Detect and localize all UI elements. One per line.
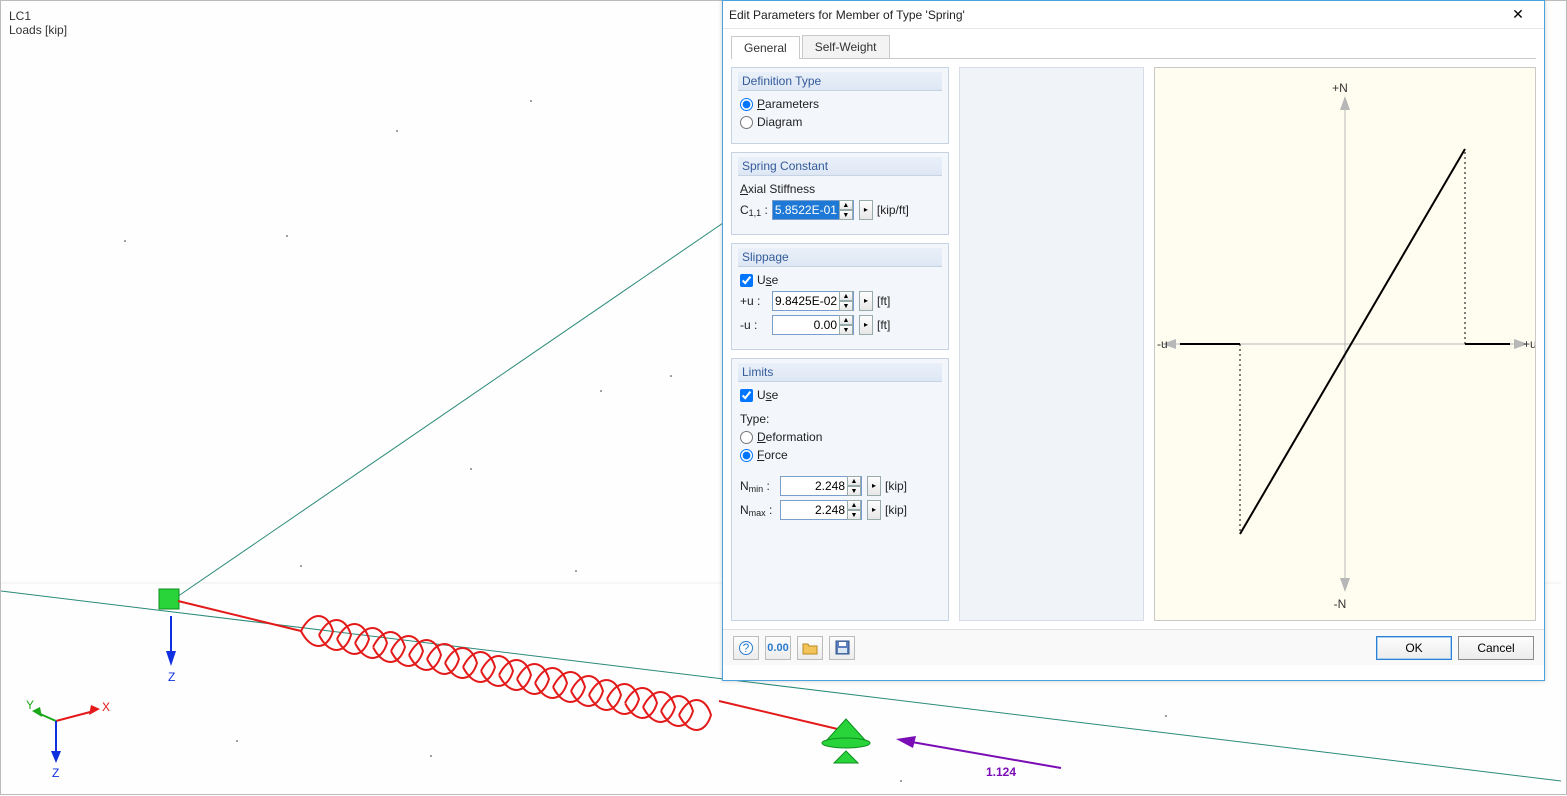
spin-up-icon[interactable]: ▲: [839, 291, 853, 301]
radio-deformation-input[interactable]: [740, 431, 753, 444]
svg-text:1.124: 1.124: [986, 765, 1016, 779]
radio-parameters-label: Parameters: [757, 97, 819, 111]
help-icon[interactable]: ?: [733, 636, 759, 660]
radio-force-label: Force: [757, 448, 788, 462]
nmin-input-field[interactable]: [781, 477, 847, 495]
radio-parameters-input[interactable]: [740, 98, 753, 111]
radio-force[interactable]: Force: [740, 448, 940, 462]
dialog-footer: ? 0.00 OK Cancel: [723, 629, 1544, 665]
nmax-label: Nmax :: [740, 503, 776, 517]
limits-type-label: Type:: [740, 412, 940, 426]
dialog-title: Edit Parameters for Member of Type 'Spri…: [729, 8, 1498, 22]
group-slippage: Slippage Use +u : ▲▼ ▸ [ft] -u :: [731, 243, 949, 350]
group-spring-constant: Spring Constant Axial Stiffness C1,1 : ▲…: [731, 152, 949, 235]
svg-text:+N: +N: [1332, 81, 1348, 95]
aux-menu-icon[interactable]: ▸: [867, 476, 881, 496]
nmax-unit: [kip]: [885, 503, 907, 517]
svg-text:+u: +u: [1523, 337, 1535, 351]
minus-u-input[interactable]: ▲▼: [772, 315, 854, 335]
nmax-input[interactable]: ▲▼: [780, 500, 862, 520]
minus-u-label: -u :: [740, 318, 768, 332]
axial-stiffness-label: Axial Stiffness: [740, 182, 940, 196]
spring-diagram-panel: +N -N +u -u: [1154, 67, 1536, 621]
radio-diagram-input[interactable]: [740, 116, 753, 129]
tab-self-weight[interactable]: Self-Weight: [802, 35, 890, 58]
svg-text:X: X: [102, 700, 110, 714]
group-title-limits: Limits: [738, 363, 942, 382]
c11-unit: [kip/ft]: [877, 203, 909, 217]
radio-deformation-label: Deformation: [757, 430, 822, 444]
plus-u-unit: [ft]: [877, 294, 890, 308]
plus-u-input-field[interactable]: [773, 292, 839, 310]
radio-deformation[interactable]: Deformation: [740, 430, 940, 444]
slippage-use[interactable]: Use: [740, 273, 940, 287]
svg-text:?: ?: [743, 641, 750, 655]
svg-text:Z: Z: [168, 670, 175, 684]
spin-down-icon[interactable]: ▼: [847, 510, 861, 520]
close-icon[interactable]: ✕: [1498, 5, 1538, 25]
limits-use-checkbox[interactable]: [740, 389, 753, 402]
svg-text:Y: Y: [26, 698, 34, 712]
radio-force-input[interactable]: [740, 449, 753, 462]
plus-u-label: +u :: [740, 294, 768, 308]
left-column: Definition Type Parameters Diagram Sprin…: [731, 67, 949, 621]
radio-diagram-label: Diagram: [757, 115, 802, 129]
spin-up-icon[interactable]: ▲: [839, 200, 853, 210]
slippage-use-label: Use: [757, 273, 778, 287]
nmin-unit: [kip]: [885, 479, 907, 493]
aux-menu-icon[interactable]: ▸: [859, 291, 873, 311]
ok-button[interactable]: OK: [1376, 636, 1452, 660]
c11-label: C1,1 :: [740, 203, 768, 217]
tab-general[interactable]: General: [731, 36, 800, 59]
group-title-slippage: Slippage: [738, 248, 942, 267]
spin-up-icon[interactable]: ▲: [839, 315, 853, 325]
aux-menu-icon[interactable]: ▸: [859, 200, 873, 220]
plus-u-input[interactable]: ▲▼: [772, 291, 854, 311]
radio-parameters[interactable]: Parameters: [740, 97, 940, 111]
c11-input[interactable]: ▲▼: [772, 200, 854, 220]
spin-down-icon[interactable]: ▼: [839, 325, 853, 335]
slippage-use-checkbox[interactable]: [740, 274, 753, 287]
group-title-definition: Definition Type: [738, 72, 942, 91]
group-limits: Limits Use Type: Deformation Force Nmin …: [731, 358, 949, 621]
spin-down-icon[interactable]: ▼: [839, 301, 853, 311]
svg-text:-N: -N: [1334, 597, 1347, 611]
open-icon[interactable]: [797, 636, 823, 660]
spring-diagram-svg: +N -N +u -u: [1155, 68, 1535, 620]
tab-strip: General Self-Weight: [723, 29, 1544, 58]
svg-text:-u: -u: [1157, 337, 1168, 351]
group-title-spring-constant: Spring Constant: [738, 157, 942, 176]
spin-up-icon[interactable]: ▲: [847, 476, 861, 486]
group-definition-type: Definition Type Parameters Diagram: [731, 67, 949, 144]
nmin-input[interactable]: ▲▼: [780, 476, 862, 496]
spin-up-icon[interactable]: ▲: [847, 500, 861, 510]
spin-down-icon[interactable]: ▼: [839, 210, 853, 220]
edit-parameters-dialog: Edit Parameters for Member of Type 'Spri…: [722, 0, 1545, 681]
cancel-button[interactable]: Cancel: [1458, 636, 1534, 660]
aux-menu-icon[interactable]: ▸: [859, 315, 873, 335]
spin-down-icon[interactable]: ▼: [847, 486, 861, 496]
radio-diagram[interactable]: Diagram: [740, 115, 940, 129]
limits-use-label: Use: [757, 388, 778, 402]
nmax-input-field[interactable]: [781, 501, 847, 519]
save-icon[interactable]: [829, 636, 855, 660]
aux-menu-icon[interactable]: ▸: [867, 500, 881, 520]
minus-u-input-field[interactable]: [773, 316, 839, 334]
units-icon[interactable]: 0.00: [765, 636, 791, 660]
limits-use[interactable]: Use: [740, 388, 940, 402]
dialog-titlebar[interactable]: Edit Parameters for Member of Type 'Spri…: [723, 1, 1544, 29]
svg-text:Z: Z: [52, 766, 59, 780]
dialog-body: Definition Type Parameters Diagram Sprin…: [723, 59, 1544, 629]
middle-column-placeholder: [959, 67, 1144, 621]
c11-input-field[interactable]: [773, 201, 839, 219]
nmin-label: Nmin :: [740, 479, 776, 493]
minus-u-unit: [ft]: [877, 318, 890, 332]
